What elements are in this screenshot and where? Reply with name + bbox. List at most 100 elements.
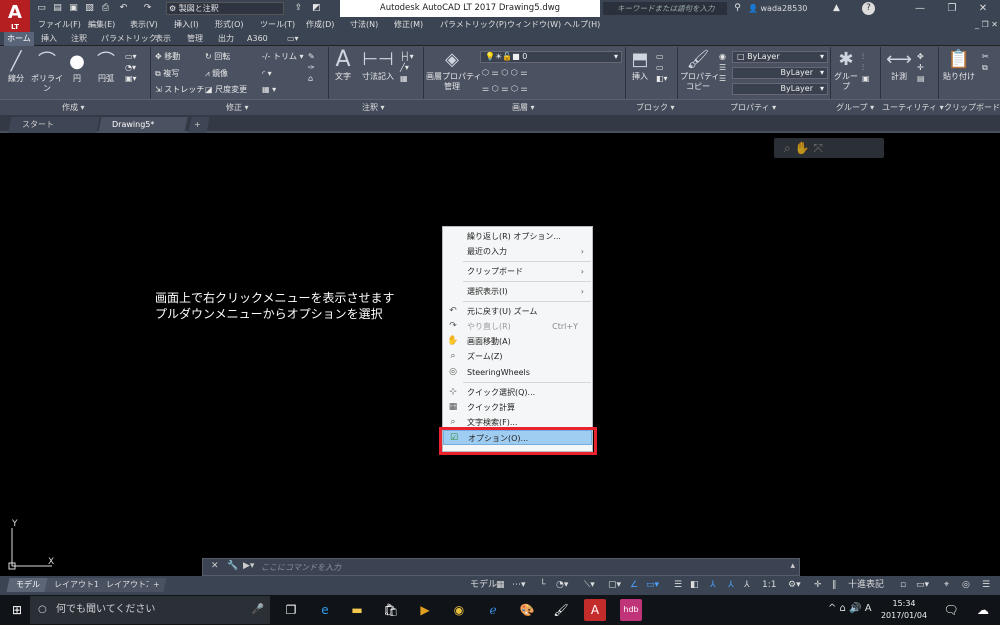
wrench-icon[interactable]: 🔧 <box>227 561 238 571</box>
internet-explorer-icon[interactable]: ℯ <box>482 599 504 621</box>
tray-icons[interactable]: ^ ⌂ 🔊 A <box>828 603 872 614</box>
plot-icon[interactable]: ⎙ <box>99 2 112 15</box>
workspace-select[interactable]: ⚙ 製図と注釈 <box>166 2 284 15</box>
panel-draw[interactable]: 作成 ▾ <box>62 100 85 116</box>
undo-icon[interactable]: ↶ <box>117 2 130 15</box>
mirror-tool[interactable]: ⩘ 鏡像 <box>205 68 228 79</box>
layer-tools-icon[interactable]: ◩ <box>310 2 323 15</box>
minimize-icon[interactable]: — <box>905 0 935 17</box>
menu-parametric[interactable]: パラメトリック(P) <box>440 17 507 32</box>
zoom-icon[interactable]: ⌕ <box>784 141 791 155</box>
osnap-tracking-icon[interactable]: ∠ <box>630 579 638 592</box>
panel-annotate[interactable]: 注釈 ▾ <box>362 100 385 116</box>
customization-icon[interactable]: ☰ <box>982 579 990 592</box>
help-icon[interactable]: ? <box>862 2 875 15</box>
command-input[interactable]: ここにコマンドを入力 <box>261 559 341 576</box>
tab-start[interactable]: スタート <box>8 117 100 133</box>
menu-item-quick-select[interactable]: ⊹ クイック選択(Q)... <box>443 385 592 400</box>
paint-icon[interactable]: 🎨 <box>516 599 538 621</box>
menu-item-clipboard[interactable]: クリップボード › <box>443 264 592 279</box>
panel-properties[interactable]: プロパティ ▾ <box>730 100 776 116</box>
line-tool[interactable]: ╱ 線分 <box>4 52 28 84</box>
menu-view[interactable]: 表示(V) <box>130 17 158 32</box>
annotation-scale[interactable]: 1:1 <box>762 579 776 592</box>
menu-tools[interactable]: ツール(T) <box>260 17 295 32</box>
menu-dimension[interactable]: 寸法(N) <box>350 17 378 32</box>
layer-dropdown[interactable]: 💡☀🔓■ 0 ▾ <box>480 51 622 63</box>
model-space-toggle[interactable]: モデル <box>470 579 497 592</box>
dimension-tool[interactable]: ⊢⊣ 寸法記入 <box>358 50 398 82</box>
redo-icon[interactable]: ↷ <box>141 2 154 15</box>
close-icon[interactable]: ✕ <box>211 561 219 571</box>
chrome-icon[interactable]: ◉ <box>448 599 470 621</box>
clean-screen-icon[interactable]: ▭▾ <box>916 579 929 592</box>
menu-help[interactable]: ヘルプ(H) <box>564 17 600 32</box>
clock[interactable]: 15:34 2017/01/04 <box>880 598 928 622</box>
block-tools[interactable]: ▭ ▭ ◧▾ <box>656 51 668 84</box>
zoom-extents-icon[interactable]: ⤧ <box>813 141 823 155</box>
menu-draw[interactable]: 作成(D) <box>306 17 334 32</box>
save-icon[interactable]: ▣ <box>67 2 80 15</box>
tab-output[interactable]: 出力 <box>215 32 237 46</box>
menu-item-recent-input[interactable]: 最近の入力 › <box>443 244 592 259</box>
object-snap-icon[interactable]: ▢▾ <box>608 579 621 592</box>
menu-item-zoom[interactable]: ⌕ ズーム(Z) <box>443 349 592 364</box>
share-icon[interactable]: ⇪ <box>292 2 305 15</box>
history-icon[interactable]: ▴ <box>790 561 795 571</box>
tab-annotate[interactable]: 注釈 <box>68 32 90 46</box>
annotation-scale-icon[interactable]: ⅄ <box>744 579 750 592</box>
isolate-objects-icon[interactable]: ◎ <box>962 579 970 592</box>
store-icon[interactable]: 🛍 <box>380 599 402 621</box>
insert-tool[interactable]: ⬒ 挿入 <box>628 50 652 82</box>
grid-icon[interactable]: ▦ <box>496 579 505 592</box>
transparency-icon[interactable]: ◧ <box>690 579 699 592</box>
menu-item-repeat-options[interactable]: 繰り返し(R) オプション... <box>443 229 592 244</box>
panel-layers[interactable]: 画層 ▾ <box>512 100 535 116</box>
edge-icon[interactable]: e <box>314 599 336 621</box>
ortho-icon[interactable]: └ <box>540 579 545 592</box>
notification-icon[interactable]: 🗨 <box>940 599 962 621</box>
new-tab-button[interactable]: + <box>188 117 210 133</box>
task-view-icon[interactable]: ❐ <box>280 599 302 621</box>
polar-icon[interactable]: ◔▾ <box>556 579 568 592</box>
color-dropdown[interactable]: □ ByLayer ▾ <box>732 51 828 63</box>
tab-parametric[interactable]: パラメトリック <box>98 32 160 46</box>
binoculars-icon[interactable]: ⚲ <box>731 2 744 15</box>
units-icon[interactable]: ‖ <box>832 579 837 592</box>
erase-icon[interactable]: ✎ ✑ ⌂ <box>308 51 315 84</box>
add-layout-button[interactable]: + <box>146 578 167 592</box>
command-prompt-icon[interactable]: ▶▾ <box>243 561 254 571</box>
menu-item-find[interactable]: ⌕ 文字検索(F)... <box>443 415 592 426</box>
annotation-monitor-icon[interactable]: ✛ <box>814 579 822 592</box>
menu-window-controls[interactable]: _ ❐ ✕ <box>975 17 998 32</box>
autocad-taskbar-icon[interactable]: A <box>584 599 606 621</box>
rotate-tool[interactable]: ↻ 回転 <box>205 51 230 62</box>
restore-icon[interactable]: ❐ <box>937 0 967 17</box>
leader-icon[interactable]: ├┤▾ ╱▾ ▦ <box>400 51 414 84</box>
panel-groups[interactable]: グループ ▾ <box>836 100 874 116</box>
stretch-tool[interactable]: ⇲ ストレッチ <box>155 84 204 95</box>
tab-view[interactable]: 表示 <box>152 32 174 46</box>
circle-tool[interactable]: ● 円 <box>66 52 88 84</box>
layer-tools-row[interactable]: ⬡ ⚌ ⬡ ⬡ ⚌ <box>482 67 527 78</box>
tab-a360[interactable]: A360 <box>244 32 271 46</box>
isodraft-icon[interactable]: ⟍▾ <box>584 579 595 592</box>
ime-indicator[interactable]: A <box>865 603 872 614</box>
quick-properties-icon[interactable]: ▫ <box>900 579 906 592</box>
group-tools[interactable]: ⫶ ⫶ ▣ <box>862 51 870 84</box>
taskbar-search[interactable]: ○ 何でも聞いてください 🎤 <box>30 596 270 624</box>
panel-modify[interactable]: 修正 ▾ <box>226 100 249 116</box>
match-properties-tool[interactable]: 🖌 プロパティ コピー <box>680 50 720 92</box>
snap-icon[interactable]: ⋯▾ <box>512 579 526 592</box>
menu-item-isolate[interactable]: 選択表示(I) › <box>443 284 592 299</box>
open-file-icon[interactable]: ▤ <box>51 2 64 15</box>
menu-edit[interactable]: 編集(E) <box>88 17 115 32</box>
tab-manage[interactable]: 管理 <box>184 32 206 46</box>
tab-model[interactable]: モデル <box>6 578 50 592</box>
move-tool[interactable]: ✥ 移動 <box>155 51 180 62</box>
a360-icon[interactable]: ▲ <box>830 2 843 15</box>
menu-modify[interactable]: 修正(M) <box>394 17 423 32</box>
user-account[interactable]: 👤 wada28530 <box>748 2 818 15</box>
pan-icon[interactable]: ✋ <box>795 141 810 155</box>
tab-extra-icon[interactable]: ▭▾ <box>284 32 302 46</box>
